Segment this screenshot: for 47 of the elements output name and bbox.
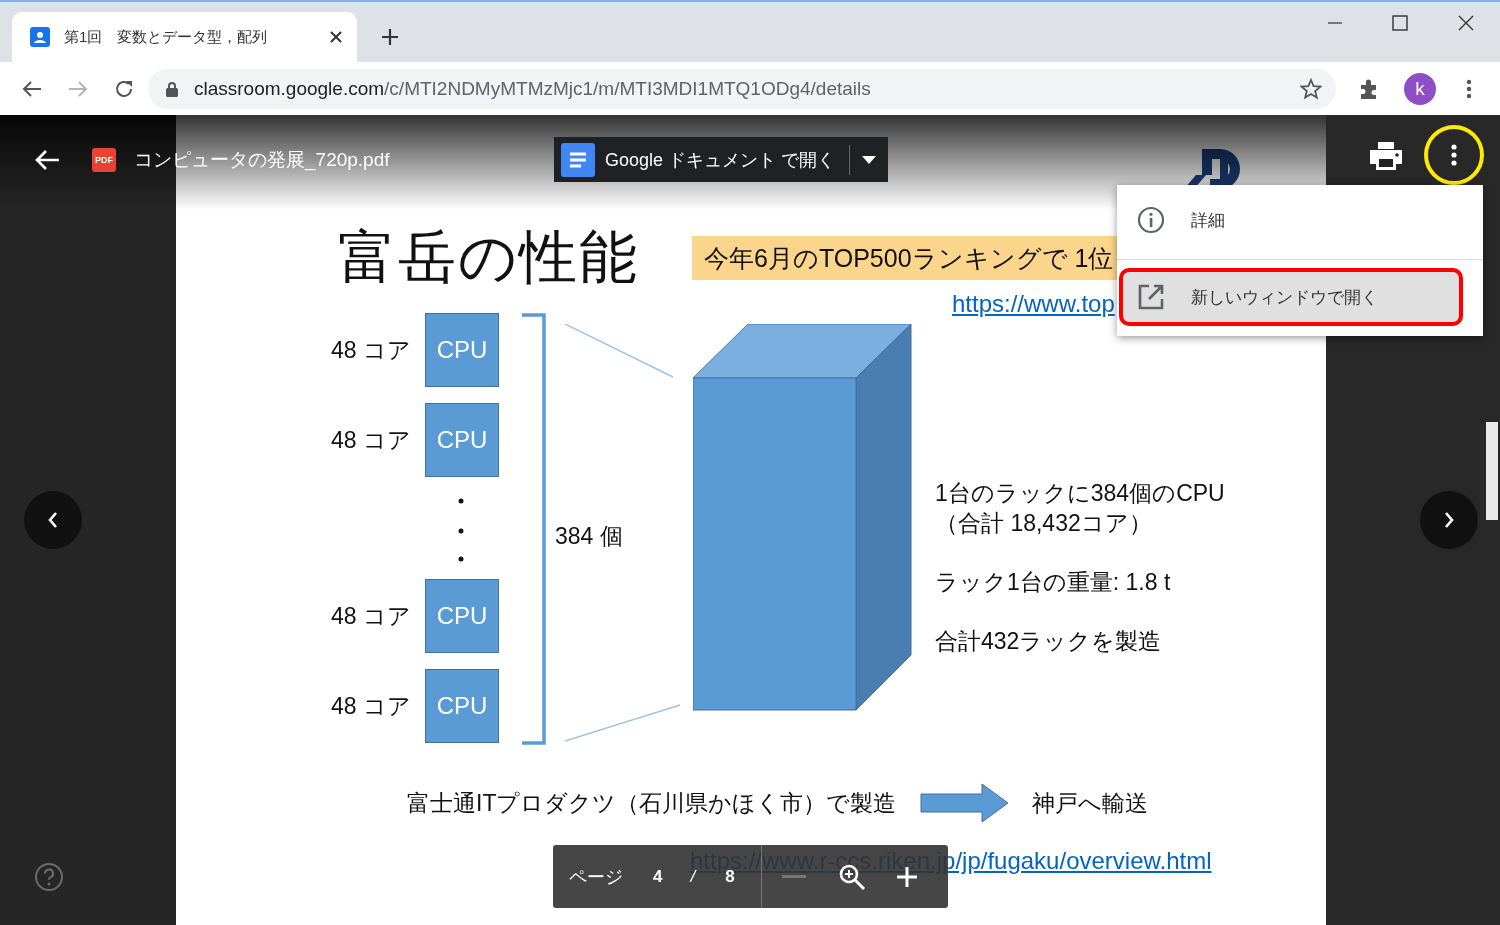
- link[interactable]: https://www.top: [952, 290, 1115, 318]
- cpu-block: CPU: [425, 313, 499, 387]
- maximize-icon[interactable]: [1392, 15, 1408, 31]
- close-icon[interactable]: [329, 30, 343, 44]
- cpu-block: CPU: [425, 579, 499, 653]
- fact-text: ラック1台の重量: 1.8 t: [935, 568, 1172, 597]
- core-count: 48 コア: [330, 425, 411, 455]
- fact-text: 合計432ラックを製造: [935, 627, 1163, 656]
- star-icon[interactable]: [1300, 77, 1322, 100]
- fact-text: 1台のラックに384個のCPU: [935, 479, 1225, 508]
- info-icon: [1137, 206, 1165, 234]
- core-count: 48 コア: [330, 335, 411, 365]
- printer-icon[interactable]: [1370, 142, 1402, 170]
- chevron-left-icon: [48, 512, 58, 528]
- more-icon: [1451, 144, 1457, 166]
- destination-text: 神戸へ輸送: [1032, 788, 1149, 818]
- core-count: 48 コア: [330, 691, 411, 721]
- new-tab-icon[interactable]: [381, 28, 399, 46]
- origin-text: 富士通ITプロダクツ（石川県かほく市）で製造: [407, 788, 897, 818]
- menu-icon[interactable]: [1466, 78, 1472, 99]
- reload-icon[interactable]: [114, 78, 134, 99]
- cpu-block: CPU: [425, 403, 499, 477]
- chevron-right-icon: [1444, 512, 1454, 528]
- tab-title: 第1回 変数とデータ型，配列: [64, 27, 269, 47]
- profile-avatar[interactable]: k: [1404, 72, 1436, 105]
- address-bar[interactable]: classroom.google.com/c/MTI2NDMyMTMzMjc1/m/MTI3MDI1MTQ1ODg4/details: [148, 68, 1336, 109]
- close-icon[interactable]: [1458, 15, 1474, 31]
- browser-tab[interactable]: 第1回 変数とデータ型，配列: [12, 12, 357, 62]
- open-new-window-icon: [1137, 283, 1165, 311]
- scrollbar-thumb[interactable]: [1486, 422, 1498, 520]
- open-with-button[interactable]: Google ドキュメント で開く: [554, 137, 889, 182]
- cpu-block: CPU: [425, 669, 499, 743]
- slide-title: 富岳の性能: [338, 222, 639, 293]
- core-count: 48 コア: [330, 601, 411, 631]
- page-label: ページ: [569, 865, 623, 889]
- help-icon[interactable]: [34, 862, 64, 892]
- docs-icon: [561, 142, 595, 177]
- fact-text: （合計 18,432コア）: [935, 509, 1153, 538]
- caret-icon: [862, 155, 877, 164]
- url-text: classroom.google.com/c/MTI2NDMyMTMzMjc1/m/MTI3MDI1MTQ1ODg4/details: [194, 77, 872, 100]
- pdf-file-icon: PDF: [92, 147, 116, 172]
- classroom-icon: [30, 27, 50, 47]
- lock-icon: [166, 80, 178, 97]
- back-icon[interactable]: [22, 79, 42, 98]
- count-label: 384 個: [555, 522, 623, 551]
- menu-item[interactable]: 新しいウィンドウで開く: [1121, 270, 1461, 324]
- page-number[interactable]: 4: [653, 866, 663, 887]
